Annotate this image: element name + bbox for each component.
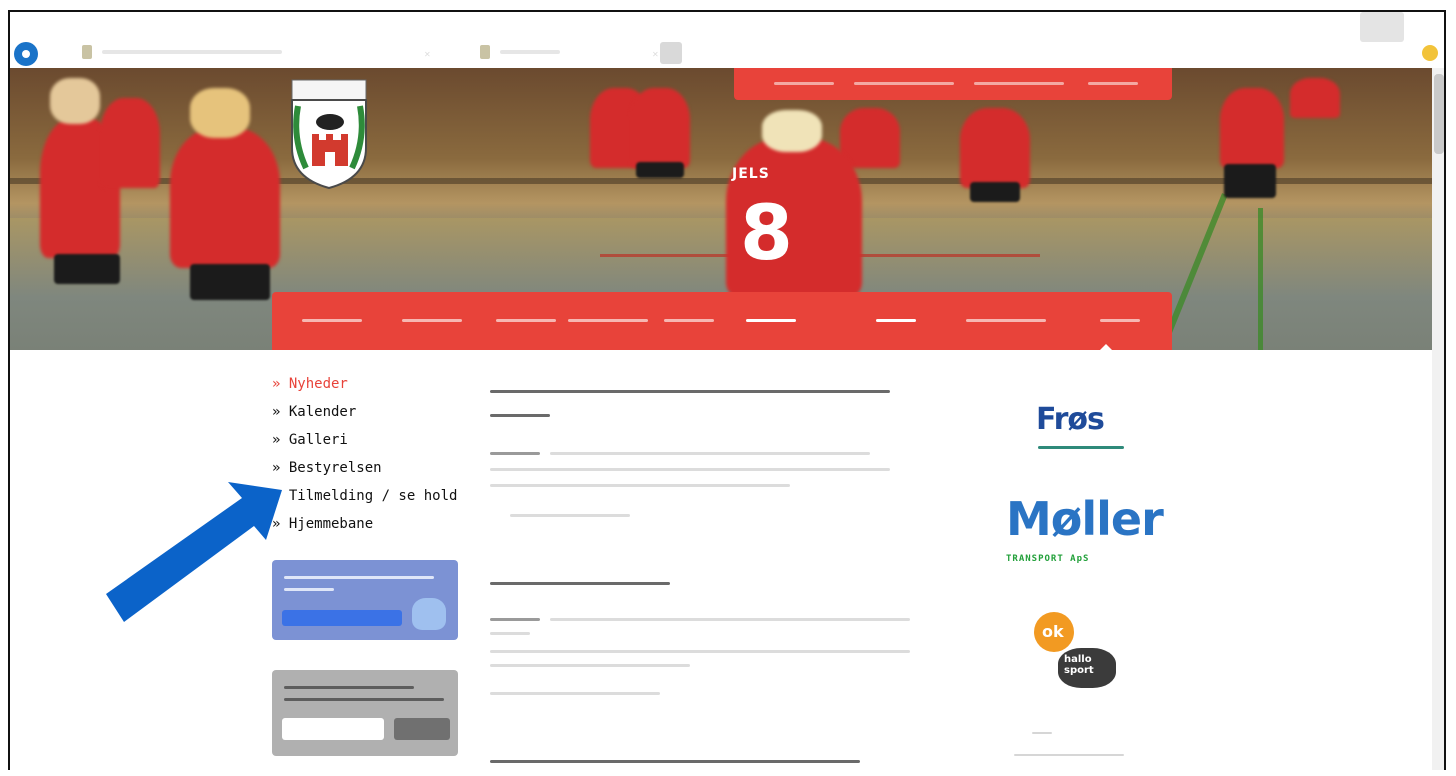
browser-window: ✕ ✕ JELS 8 » Nyheder » Kalender » Galler…: [8, 10, 1446, 770]
annotation-arrow-icon: [106, 482, 282, 622]
